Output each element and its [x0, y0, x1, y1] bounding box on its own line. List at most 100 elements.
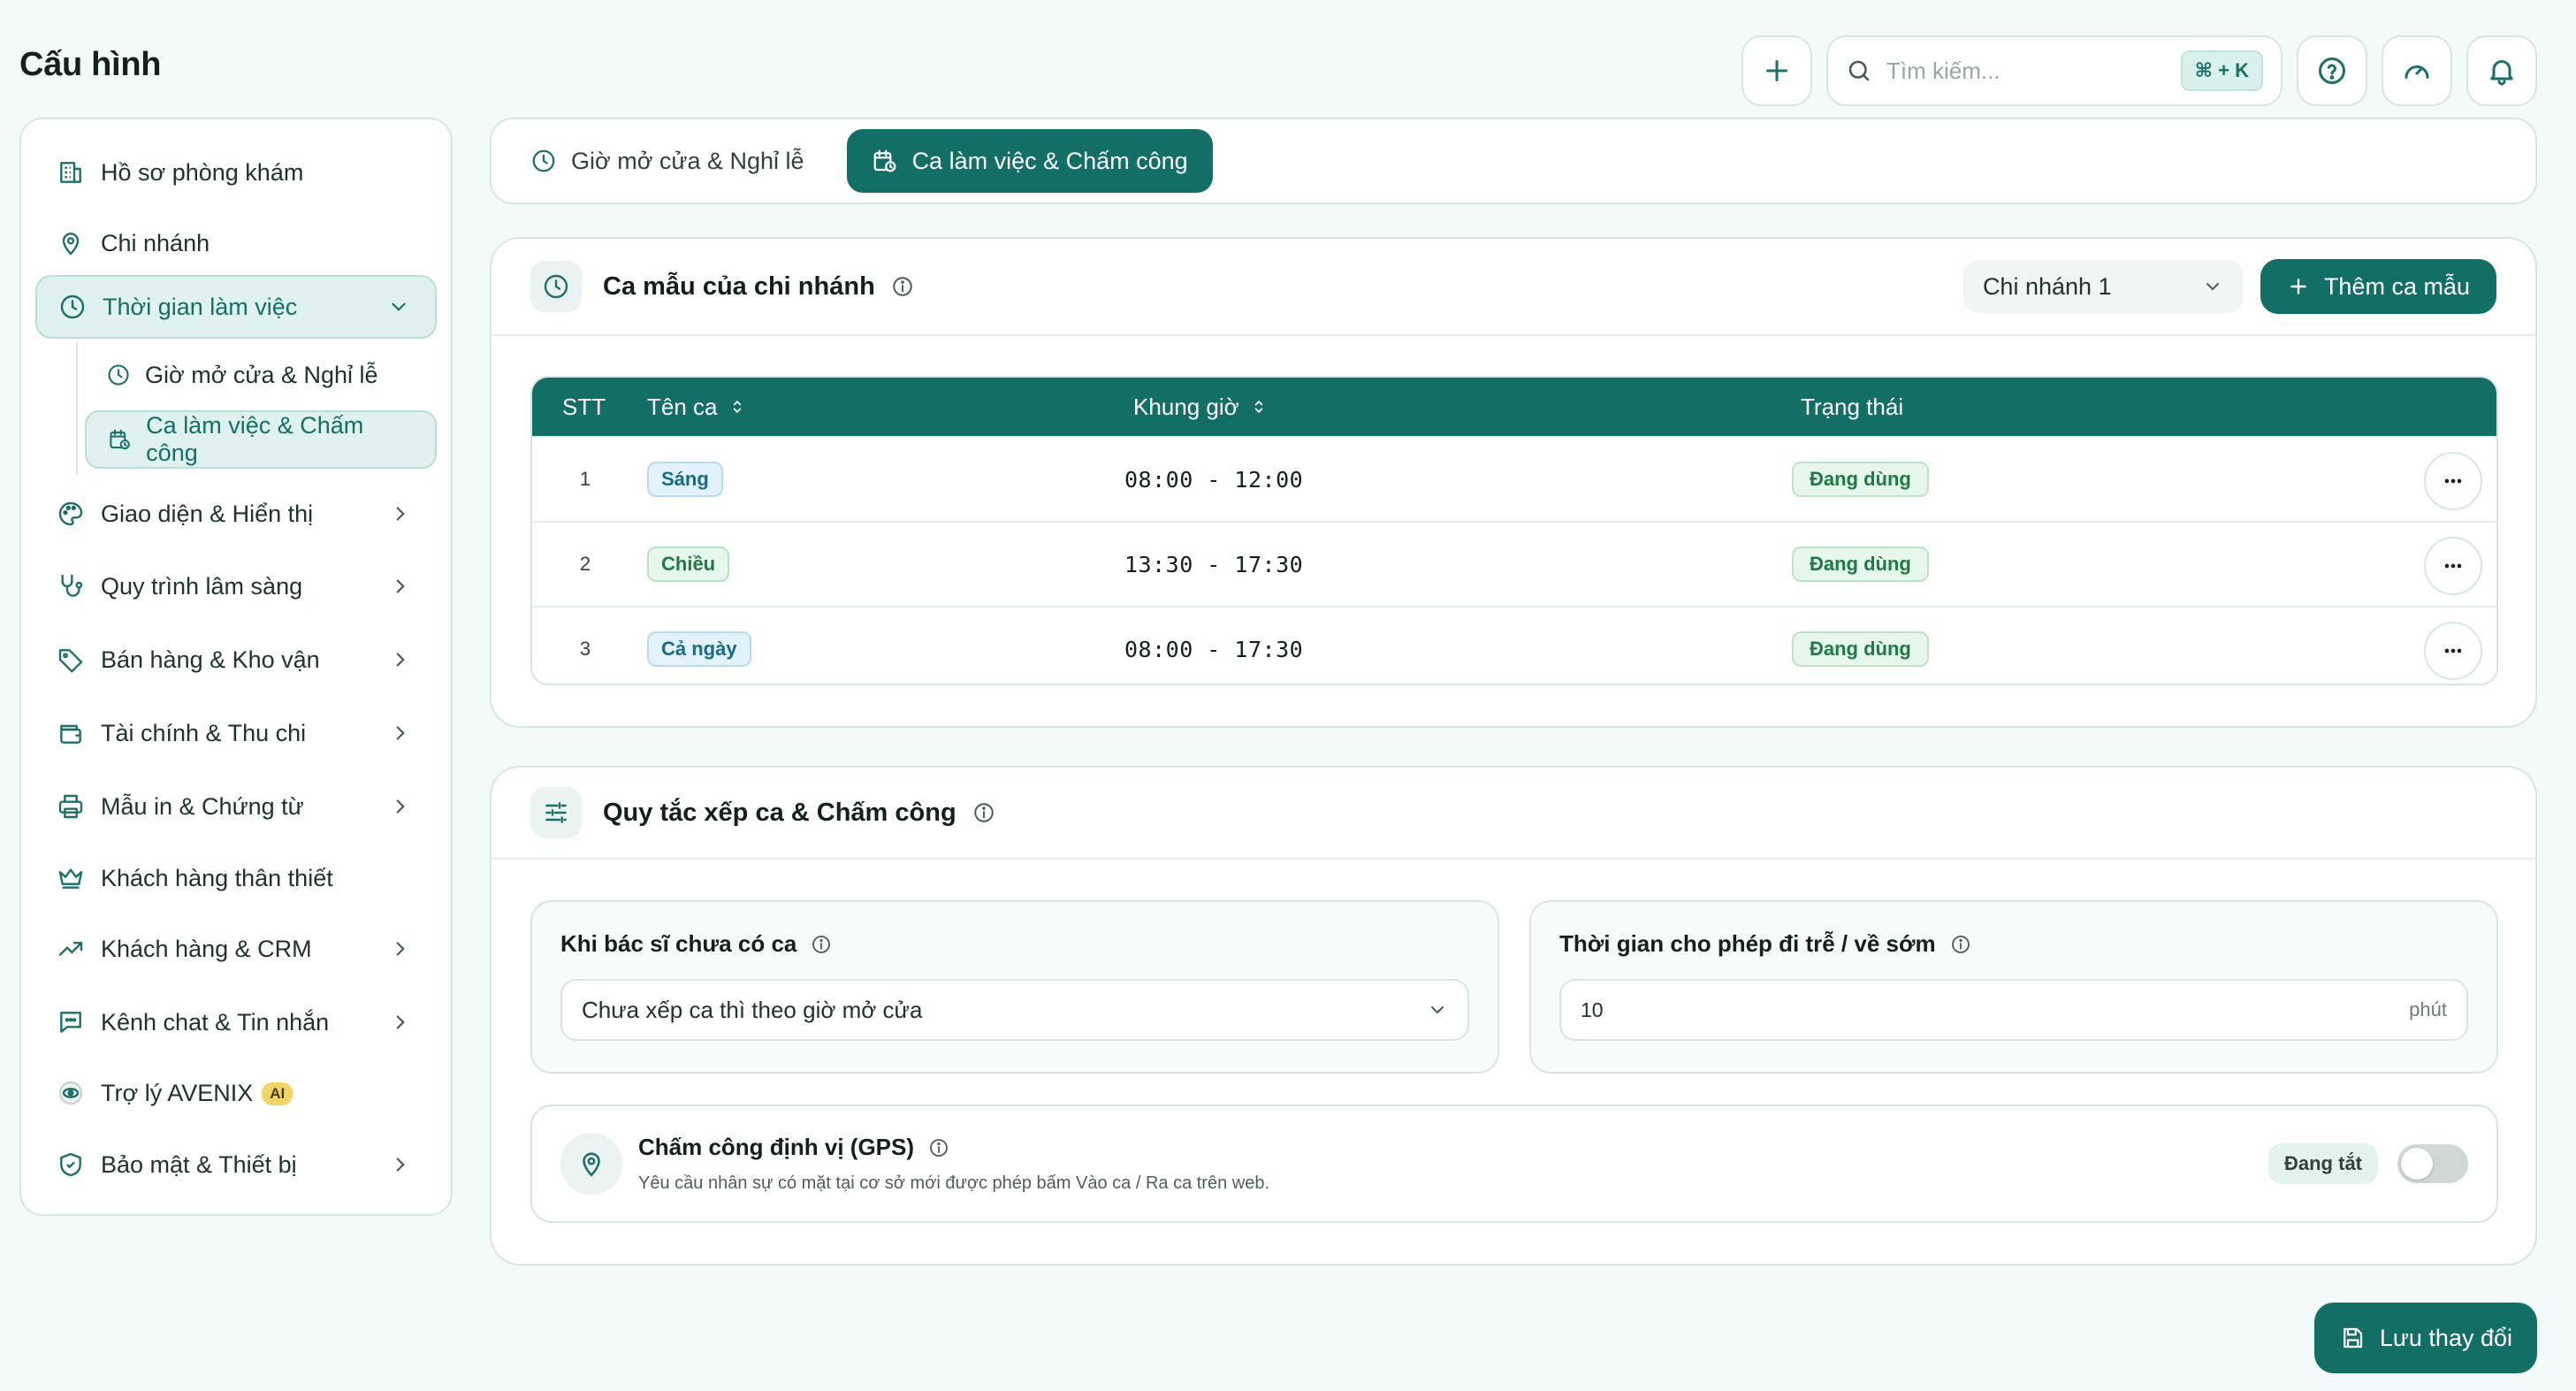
- card-title: Quy tắc xếp ca & Chấm công: [603, 798, 956, 827]
- sidebar-item-label: Kênh chat & Tin nhắn: [101, 1008, 330, 1036]
- chevron-right-icon: [389, 1011, 412, 1034]
- sidebar-item-clinical[interactable]: Quy trình lâm sàng: [35, 554, 437, 618]
- notification-button[interactable]: [2466, 35, 2537, 106]
- clock-icon: [542, 272, 570, 301]
- shift-time: 08:00 - 17:30: [1124, 636, 1304, 662]
- sidebar-item-crm[interactable]: Khách hàng & CRM: [35, 917, 437, 981]
- tag-icon: [57, 646, 85, 674]
- sidebar-item-label: Trợ lý AVENIX: [101, 1079, 254, 1106]
- info-icon[interactable]: [928, 1137, 949, 1158]
- sort-icon[interactable]: [728, 398, 746, 416]
- sliders-icon: [542, 799, 570, 827]
- wallet-icon: [57, 719, 85, 747]
- tolerance-rule-box: Thời gian cho phép đi trễ / về sớm 10 ph…: [1529, 900, 2498, 1074]
- sidebar-item-sales[interactable]: Bán hàng & Kho vận: [35, 628, 437, 692]
- more-horizontal-icon: [2441, 554, 2465, 578]
- info-icon[interactable]: [1950, 934, 1971, 955]
- sidebar-item-label: Bảo mật & Thiết bị: [101, 1150, 297, 1178]
- chevron-down-icon: [1427, 999, 1448, 1020]
- printer-icon: [57, 792, 85, 821]
- chevron-down-icon: [2202, 276, 2223, 297]
- search-box[interactable]: Tìm kiếm... ⌘ + K: [1826, 35, 2283, 106]
- table-header: STT Tên ca Khung giờ Trạng thái: [532, 378, 2496, 436]
- ai-badge: AI: [262, 1082, 293, 1106]
- sidebar-item-chat[interactable]: Kênh chat & Tin nhắn: [35, 990, 437, 1054]
- sidebar-item-working-time[interactable]: Thời gian làm việc: [35, 275, 437, 339]
- shift-name-chip: Chiều: [647, 546, 730, 582]
- sidebar-item-label: Giao diện & Hiển thị: [101, 500, 314, 527]
- crown-icon: [57, 864, 85, 892]
- save-changes-button[interactable]: Lưu thay đổi: [2313, 1303, 2537, 1373]
- help-circle-icon: [2316, 55, 2348, 87]
- branch-select[interactable]: Chi nhánh 1: [1962, 260, 2243, 313]
- sidebar-item-loyalty[interactable]: Khách hàng thân thiết: [35, 846, 437, 910]
- shift-time: 08:00 - 12:00: [1124, 466, 1304, 493]
- trending-up-icon: [57, 935, 85, 963]
- no-shift-rule-select[interactable]: Chưa xếp ca thì theo giờ mở cửa: [560, 979, 1469, 1041]
- chevron-right-icon: [389, 937, 412, 960]
- column-header-name[interactable]: Tên ca: [647, 394, 1133, 421]
- chevron-down-icon: [387, 295, 410, 318]
- sidebar-item-security[interactable]: Bảo mật & Thiết bị: [35, 1133, 437, 1196]
- gps-title: Chấm công định vị (GPS): [638, 1134, 1269, 1161]
- add-button[interactable]: [1741, 35, 1812, 106]
- gauge-icon: [2401, 55, 2433, 87]
- sidebar-item-branches[interactable]: Chi nhánh: [35, 211, 437, 275]
- shift-name-chip: Cả ngày: [647, 631, 751, 667]
- chevron-right-icon: [389, 795, 412, 818]
- sidebar-item-print-templates[interactable]: Mẫu in & Chứng từ: [35, 775, 437, 838]
- status-badge: Đang dùng: [1792, 546, 1929, 582]
- tolerance-minutes-input[interactable]: 10 phút: [1559, 979, 2468, 1041]
- sidebar-item-finance[interactable]: Tài chính & Thu chi: [35, 701, 437, 765]
- shift-time: 13:30 - 17:30: [1124, 551, 1304, 577]
- tab-shifts-attendance[interactable]: Ca làm việc & Chấm công: [846, 129, 1213, 193]
- message-icon: [57, 1008, 85, 1036]
- sidebar-item-clinic-profile[interactable]: Hồ sơ phòng khám: [35, 141, 437, 204]
- row-more-button[interactable]: [2424, 622, 2482, 680]
- sidebar-item-label: Bán hàng & Kho vận: [101, 646, 320, 673]
- sidebar-item-label: Thời gian làm việc: [103, 293, 298, 320]
- info-icon[interactable]: [891, 275, 914, 298]
- sidebar-item-appearance[interactable]: Giao diện & Hiển thị: [35, 482, 437, 546]
- gps-icon-wrap: [560, 1133, 622, 1195]
- help-button[interactable]: [2297, 35, 2367, 106]
- clock-icon: [106, 363, 131, 387]
- column-header-status: Trạng thái: [1801, 393, 1904, 420]
- plus-icon: [1761, 55, 1793, 87]
- plus-icon: [2287, 275, 2310, 298]
- sidebar-item-label: Khách hàng & CRM: [101, 935, 312, 962]
- info-icon[interactable]: [972, 801, 995, 824]
- row-stt: 2: [579, 553, 591, 575]
- no-shift-rule-label: Khi bác sĩ chưa có ca: [560, 930, 1469, 958]
- top-toolbar: Tìm kiếm... ⌘ + K: [1741, 35, 2537, 106]
- row-stt: 3: [579, 638, 591, 660]
- sidebar: Hồ sơ phòng khám Chi nhánh Thời gian làm…: [19, 118, 453, 1216]
- row-more-button[interactable]: [2424, 452, 2482, 510]
- no-shift-rule-box: Khi bác sĩ chưa có ca Chưa xếp ca thì th…: [530, 900, 1499, 1074]
- clock-icon: [58, 293, 87, 321]
- speed-button[interactable]: [2382, 35, 2452, 106]
- tab-label: Giờ mở cửa & Nghỉ lễ: [571, 147, 804, 174]
- no-shift-rule-value: Chưa xếp ca thì theo giờ mở cửa: [582, 996, 923, 1023]
- sidebar-item-label: Chi nhánh: [101, 229, 210, 256]
- sidebar-item-label: Mẫu in & Chứng từ: [101, 792, 304, 820]
- gps-toggle[interactable]: [2397, 1144, 2468, 1183]
- row-more-button[interactable]: [2424, 537, 2482, 595]
- search-input[interactable]: Tìm kiếm...: [1886, 57, 2167, 85]
- column-header-time[interactable]: Khung giờ: [1133, 394, 1801, 421]
- sort-icon[interactable]: [1250, 398, 1268, 416]
- add-shift-template-button[interactable]: Thêm ca mẫu: [2260, 259, 2496, 314]
- more-horizontal-icon: [2441, 638, 2465, 663]
- search-icon: [1846, 57, 1872, 84]
- tab-label: Ca làm việc & Chấm công: [911, 147, 1188, 174]
- card-header: Quy tắc xếp ca & Chấm công: [492, 768, 2535, 860]
- sidebar-subitem-label: Ca làm việc & Chấm công: [146, 412, 364, 466]
- sidebar-subitem-shifts[interactable]: Ca làm việc & Chấm công: [85, 410, 437, 469]
- tab-opening-hours[interactable]: Giờ mở cửa & Nghỉ lễ: [506, 129, 829, 193]
- page-title: Cấu hình: [19, 46, 162, 83]
- sidebar-subitem-opening-hours[interactable]: Giờ mở cửa & Nghỉ lễ: [85, 346, 437, 404]
- branch-select-value: Chi nhánh 1: [1982, 272, 2112, 300]
- sidebar-item-assistant[interactable]: Trợ lý AVENIX AI: [35, 1061, 437, 1125]
- info-icon[interactable]: [811, 934, 832, 955]
- save-button-label: Lưu thay đổi: [2379, 1324, 2512, 1351]
